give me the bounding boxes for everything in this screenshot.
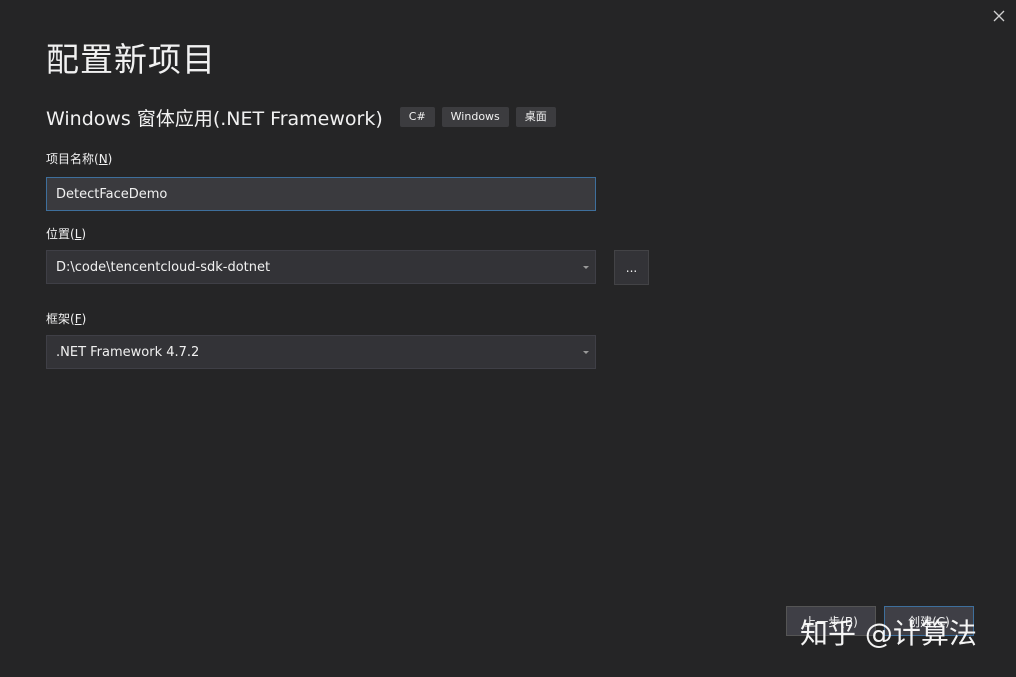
tag-platform: Windows [441,107,509,127]
project-name-input[interactable]: DetectFaceDemo [46,177,596,211]
close-icon [993,10,1005,22]
close-button[interactable] [988,5,1010,27]
page-title: 配置新项目 [46,40,216,79]
watermark: 知乎 @计算法 [800,617,977,650]
chevron-down-icon [583,266,589,269]
framework-select[interactable]: .NET Framework 4.7.2 [46,335,596,369]
project-name-label: 项目名称(N) [46,152,113,166]
framework-value: .NET Framework 4.7.2 [56,344,200,360]
chevron-down-icon [583,351,589,354]
location-label: 位置(L) [46,227,87,241]
tag-project-type: 桌面 [515,107,556,127]
template-name: Windows 窗体应用(.NET Framework) [46,107,383,130]
template-header: Windows 窗体应用(.NET Framework) C# Windows … [46,103,563,131]
framework-label: 框架(F) [46,312,87,326]
project-name-value: DetectFaceDemo [56,186,168,202]
location-combobox[interactable]: D:\code\tencentcloud-sdk-dotnet [46,250,596,284]
location-value: D:\code\tencentcloud-sdk-dotnet [56,259,271,275]
tag-language: C# [399,107,435,127]
browse-button[interactable]: ... [614,250,649,285]
